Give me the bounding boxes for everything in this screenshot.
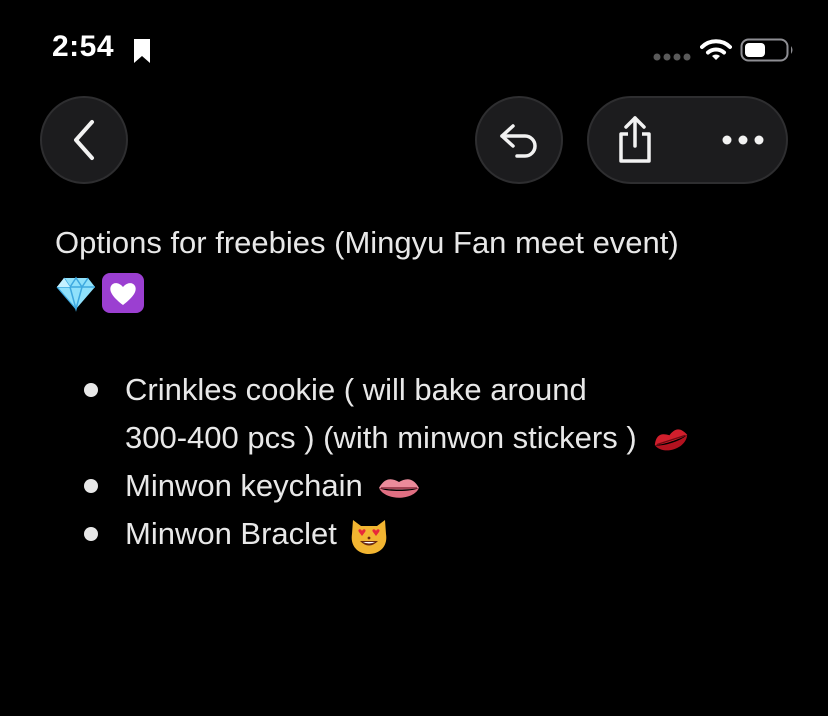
battery-icon — [740, 38, 793, 62]
share-icon — [619, 116, 651, 163]
list-item-text: Minwon keychain — [125, 468, 363, 503]
kiss-mark-emoji — [655, 429, 688, 451]
bullet-dot — [84, 479, 98, 493]
action-pill — [587, 96, 788, 184]
note-title: Options for freebies (Mingyu Fan meet ev… — [55, 225, 679, 260]
reply-button[interactable] — [475, 96, 563, 184]
bookmark-icon — [134, 39, 150, 63]
signal-icon — [653, 53, 691, 61]
purple-heart-emoji — [102, 273, 144, 313]
more-button[interactable] — [697, 98, 788, 182]
share-button[interactable] — [589, 98, 681, 182]
list-item: Crinkles cookie ( will bake around 300-4… — [55, 366, 795, 462]
clock-time: 2:54 — [52, 30, 115, 63]
bullet-dot — [84, 383, 98, 397]
bullet-dot — [84, 527, 98, 541]
list-item: Minwon Braclet — [55, 510, 795, 558]
freebies-list: Crinkles cookie ( will bake around 300-4… — [55, 366, 795, 558]
heart-eyes-cat-emoji — [351, 519, 386, 554]
list-item-text: Crinkles cookie ( will bake around — [125, 372, 587, 407]
note-body[interactable]: Options for freebies (Mingyu Fan meet ev… — [55, 220, 795, 558]
list-item-text: Minwon Braclet — [125, 516, 337, 551]
list-item-text: 300-400 pcs ) (with minwon stickers ) — [125, 420, 637, 455]
wifi-icon — [700, 39, 732, 60]
back-button[interactable] — [40, 96, 128, 184]
chevron-left-icon — [74, 120, 94, 160]
title-emoji-row — [55, 270, 795, 316]
gem-emoji — [56, 276, 95, 312]
ellipsis-icon — [722, 135, 763, 145]
status-bar: 2:54 — [0, 0, 828, 100]
reply-icon — [500, 124, 537, 158]
lips-emoji — [379, 479, 420, 498]
list-item: Minwon keychain — [55, 462, 795, 510]
